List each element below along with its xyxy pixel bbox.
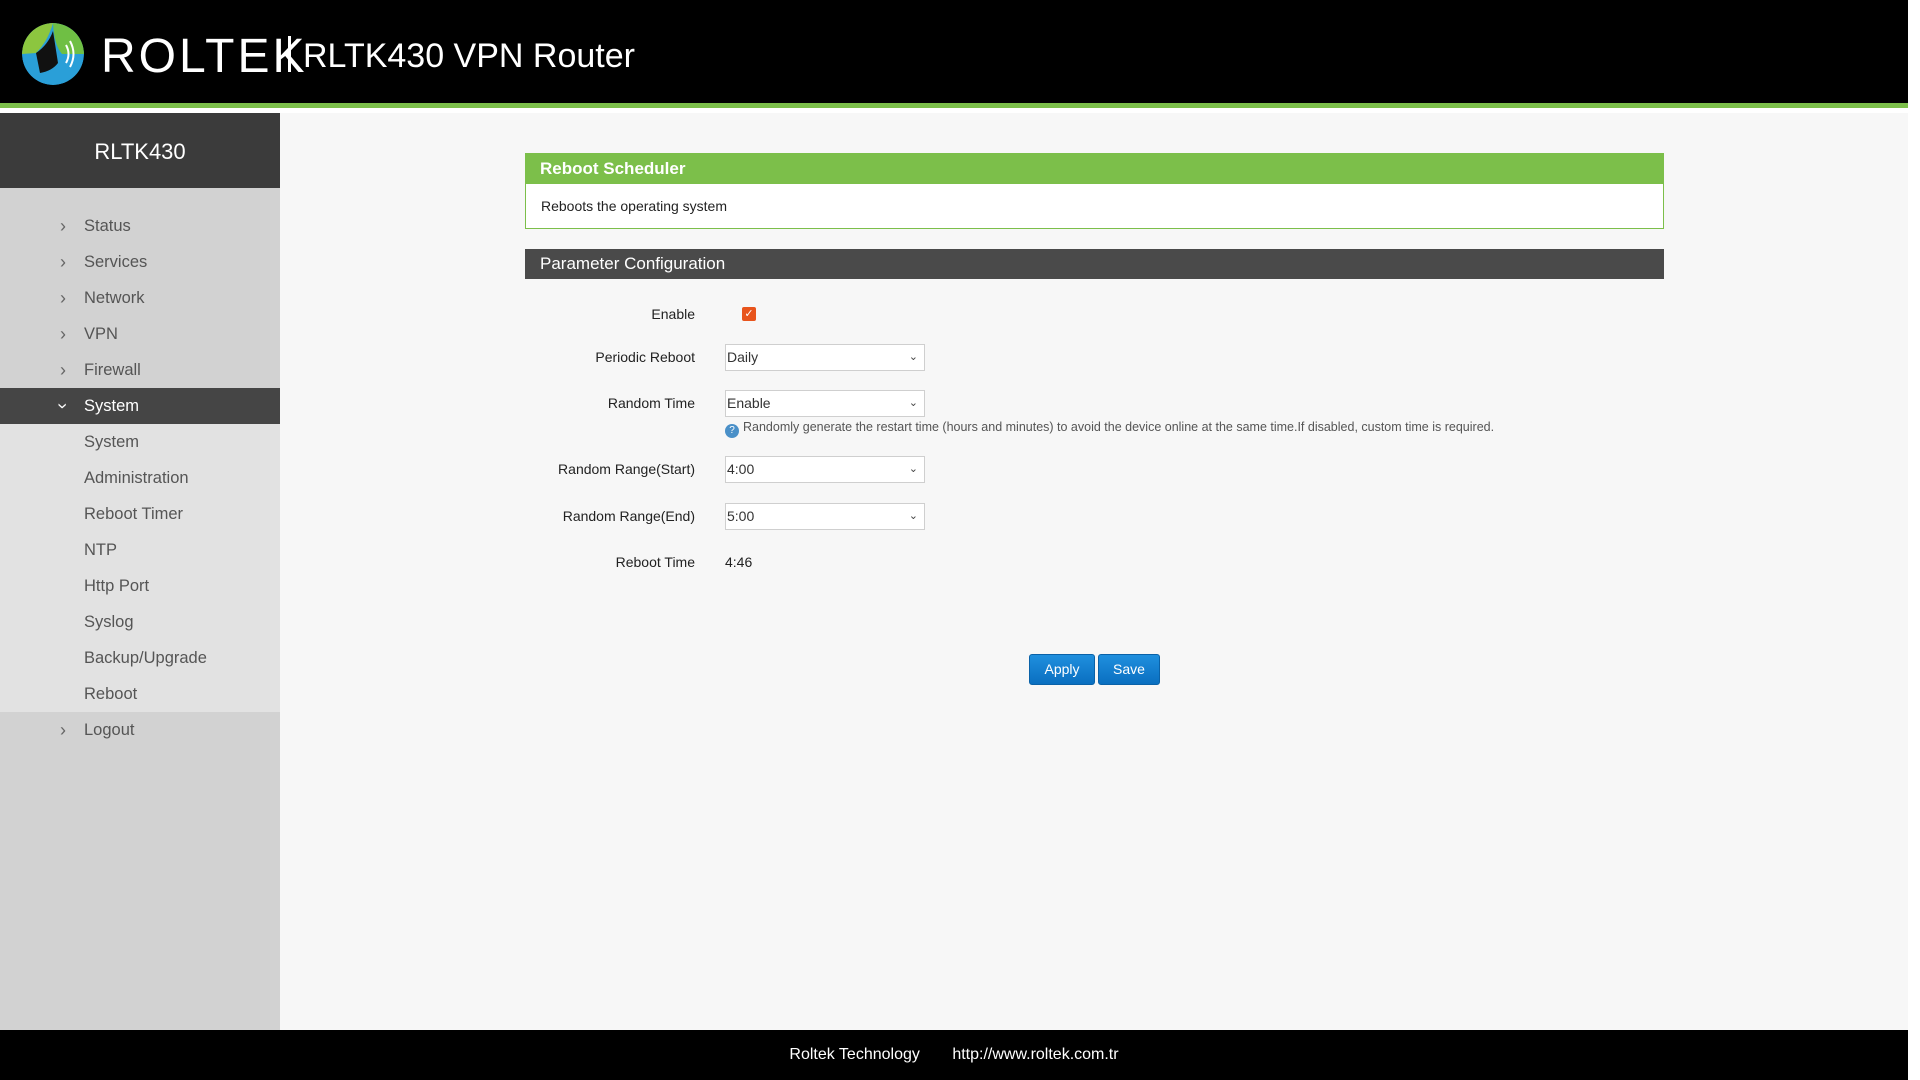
sidebar-item-network[interactable]: › Network bbox=[0, 280, 280, 316]
sidebar-item-status[interactable]: › Status bbox=[0, 208, 280, 244]
periodic-reboot-select[interactable]: Daily ⌄ bbox=[725, 344, 925, 371]
chevron-down-icon: ⌄ bbox=[908, 397, 918, 409]
random-time-label: Random Time bbox=[607, 395, 695, 411]
sidebar-nav: › Status › Services › Network › VPN › Fi… bbox=[0, 208, 280, 748]
range-start-select[interactable]: 4:00 ⌄ bbox=[725, 456, 925, 483]
periodic-reboot-label: Periodic Reboot bbox=[595, 349, 695, 365]
chevron-right-icon: › bbox=[60, 360, 66, 380]
submenu-item-ntp[interactable]: NTP bbox=[0, 532, 280, 568]
select-value: 5:00 bbox=[727, 508, 755, 524]
chevron-right-icon: › bbox=[60, 720, 66, 740]
sidebar-item-label: Services bbox=[84, 253, 148, 271]
roltek-logo-icon bbox=[22, 23, 84, 85]
range-start-row: Random Range(Start) 4:00 ⌄ bbox=[525, 454, 1664, 484]
chevron-right-icon: › bbox=[60, 216, 66, 236]
sidebar-item-firewall[interactable]: › Firewall bbox=[0, 352, 280, 388]
submenu-item-administration[interactable]: Administration bbox=[0, 460, 280, 496]
range-start-label: Random Range(Start) bbox=[558, 461, 695, 477]
reboot-time-row: Reboot Time 4:46 bbox=[525, 547, 1664, 577]
sidebar-item-label: Logout bbox=[84, 721, 135, 739]
sidebar-item-logout[interactable]: › Logout bbox=[0, 712, 280, 748]
chevron-right-icon: › bbox=[60, 288, 66, 308]
footer: Roltek Technology http://www.roltek.com.… bbox=[0, 1030, 1908, 1080]
brand-name: ROLTEK bbox=[101, 30, 308, 83]
submenu-item-syslog[interactable]: Syslog bbox=[0, 604, 280, 640]
system-submenu: System Administration Reboot Timer NTP H… bbox=[0, 424, 280, 712]
hint-text: Randomly generate the restart time (hour… bbox=[743, 420, 1495, 434]
chevron-down-icon: ⌄ bbox=[908, 510, 918, 522]
enable-row: Enable ✓ bbox=[525, 299, 1664, 329]
reboot-time-label: Reboot Time bbox=[615, 554, 695, 570]
sidebar: RLTK430 › Status › Services › Network › … bbox=[0, 113, 280, 1030]
submenu-item-backup-upgrade[interactable]: Backup/Upgrade bbox=[0, 640, 280, 676]
periodic-reboot-row: Periodic Reboot Daily ⌄ bbox=[525, 342, 1664, 372]
sidebar-item-label: Status bbox=[84, 217, 131, 235]
chevron-right-icon: › bbox=[60, 324, 66, 344]
config-section-title: Parameter Configuration bbox=[525, 249, 1664, 279]
random-time-row: Random Time Enable ⌄ bbox=[525, 388, 1664, 418]
submenu-item-reboot[interactable]: Reboot bbox=[0, 676, 280, 712]
submenu-item-system[interactable]: System bbox=[0, 424, 280, 460]
sidebar-item-system[interactable]: › System bbox=[0, 388, 280, 424]
range-end-label: Random Range(End) bbox=[562, 508, 695, 524]
scrollbar-gutter bbox=[1908, 0, 1920, 1080]
reboot-time-value: 4:46 bbox=[725, 554, 753, 570]
sidebar-item-label: VPN bbox=[84, 325, 118, 343]
chevron-down-icon: ⌄ bbox=[908, 351, 918, 363]
submenu-item-reboot-timer[interactable]: Reboot Timer bbox=[0, 496, 280, 532]
sidebar-item-label: Firewall bbox=[84, 361, 141, 379]
footer-url[interactable]: http://www.roltek.com.tr bbox=[952, 1046, 1118, 1063]
sidebar-item-label: System bbox=[84, 397, 140, 415]
chevron-down-icon: ⌄ bbox=[908, 463, 918, 475]
chevron-right-icon: › bbox=[60, 252, 66, 272]
panel-description: Reboots the operating system bbox=[541, 198, 727, 214]
help-icon: ? bbox=[725, 424, 739, 438]
range-end-row: Random Range(End) 5:00 ⌄ bbox=[525, 501, 1664, 531]
random-time-select[interactable]: Enable ⌄ bbox=[725, 390, 925, 417]
main-content: Reboot Scheduler Reboots the operating s… bbox=[280, 113, 1908, 1030]
reboot-scheduler-panel: Reboot Scheduler Reboots the operating s… bbox=[525, 153, 1664, 229]
product-title: RLTK430 VPN Router bbox=[303, 37, 635, 75]
sidebar-item-services[interactable]: › Services bbox=[0, 244, 280, 280]
brand-divider bbox=[288, 36, 291, 72]
footer-company: Roltek Technology bbox=[789, 1046, 920, 1063]
random-time-hint: ? Randomly generate the restart time (hou… bbox=[725, 420, 1494, 438]
enable-label: Enable bbox=[651, 306, 695, 322]
select-value: Daily bbox=[727, 349, 759, 365]
select-value: 4:00 bbox=[727, 461, 755, 477]
panel-title: Reboot Scheduler bbox=[526, 154, 1663, 184]
apply-button[interactable]: Apply bbox=[1029, 654, 1095, 685]
sidebar-item-label: Network bbox=[84, 289, 145, 307]
submenu-item-http-port[interactable]: Http Port bbox=[0, 568, 280, 604]
chevron-down-icon: › bbox=[53, 403, 73, 409]
header-bar: ROLTEK RLTK430 VPN Router bbox=[0, 0, 1908, 108]
range-end-select[interactable]: 5:00 ⌄ bbox=[725, 503, 925, 530]
save-button[interactable]: Save bbox=[1098, 654, 1160, 685]
device-name: RLTK430 bbox=[0, 113, 280, 188]
select-value: Enable bbox=[727, 395, 771, 411]
sidebar-item-vpn[interactable]: › VPN bbox=[0, 316, 280, 352]
enable-checkbox[interactable]: ✓ bbox=[742, 307, 756, 321]
